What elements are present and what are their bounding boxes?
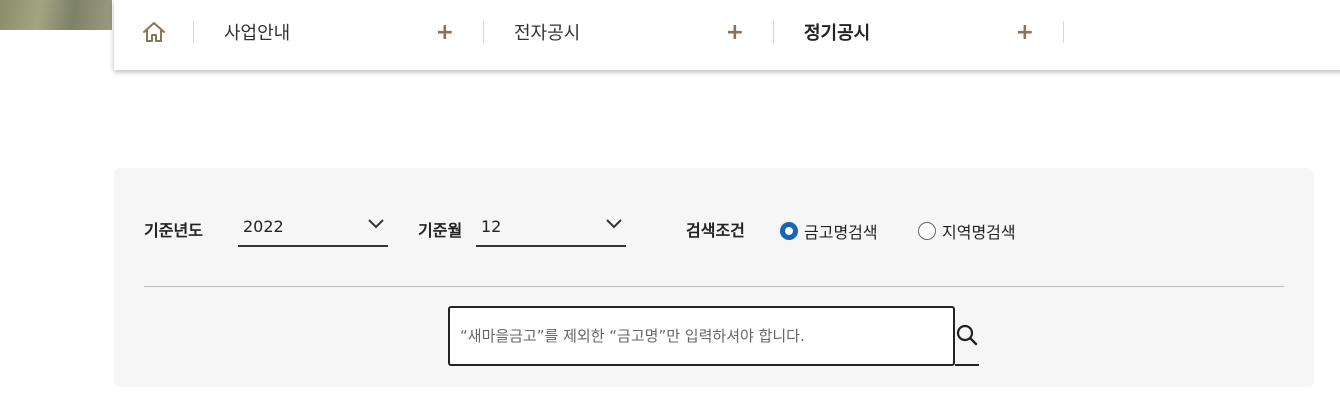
year-select-value: 2022 [243, 217, 284, 236]
divider [144, 286, 1284, 287]
radio-unchecked-icon[interactable] [918, 222, 936, 240]
radio-region-search[interactable]: 지역명검색 [918, 219, 1016, 243]
home-icon [143, 22, 165, 42]
radio-label: 지역명검색 [942, 223, 1016, 242]
chevron-down-icon [368, 219, 384, 229]
search-icon [956, 324, 978, 346]
nav-menu-label: 사업안내 [224, 23, 291, 44]
nav-menu-label: 정기공시 [804, 23, 871, 44]
nav-menu-business[interactable]: 사업안내 + [194, 0, 484, 70]
search-button[interactable] [955, 306, 979, 366]
nav-menu-disclosure[interactable]: 전자공시 + [484, 0, 774, 70]
year-select[interactable]: 2022 [238, 207, 388, 247]
search-panel: 기준년도 2022 기준월 12 검색조건 금고명검색 지역명검색 [114, 168, 1314, 387]
header-photo-strip [0, 0, 112, 30]
chevron-down-icon [606, 219, 622, 229]
plus-icon[interactable]: + [726, 20, 744, 45]
nav-menu-label: 전자공시 [514, 23, 581, 44]
plus-icon[interactable]: + [1016, 20, 1034, 45]
home-button[interactable] [114, 0, 194, 70]
year-label: 기준년도 [144, 221, 203, 240]
nav-menu-regular-disclosure[interactable]: 정기공시 + [774, 0, 1064, 70]
plus-icon[interactable]: + [436, 20, 454, 45]
month-label: 기준월 [418, 221, 463, 240]
month-select[interactable]: 12 [476, 207, 626, 247]
month-select-value: 12 [481, 217, 502, 236]
radio-label: 금고명검색 [804, 223, 878, 242]
radio-name-search[interactable]: 금고명검색 [780, 219, 878, 243]
radio-checked-icon[interactable] [780, 222, 798, 240]
search-condition-label: 검색조건 [686, 221, 745, 240]
breadcrumb-nav: 사업안내 + 전자공시 + 정기공시 + [114, 0, 1340, 70]
search-input[interactable] [448, 306, 955, 366]
